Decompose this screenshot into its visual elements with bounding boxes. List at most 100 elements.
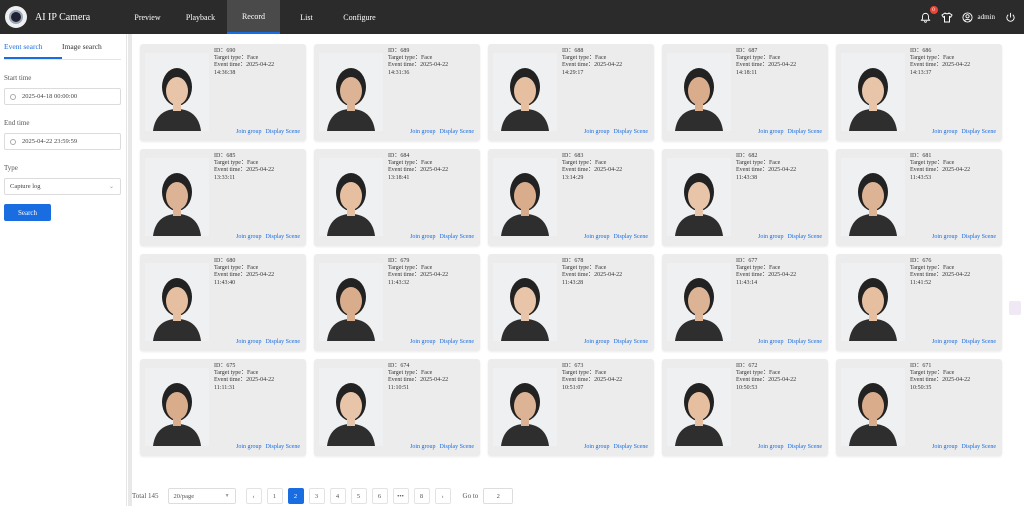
next-page-button[interactable]: ›: [434, 488, 451, 504]
face-thumbnail[interactable]: [145, 263, 209, 341]
username[interactable]: admin: [978, 13, 996, 21]
capture-card[interactable]: ID：677 Target type：Face Event time：2025-04…: [662, 254, 828, 351]
join-group-link[interactable]: Join group: [410, 339, 436, 345]
nav-item-preview[interactable]: Preview: [121, 0, 174, 34]
capture-card[interactable]: ID：689 Target type：Face Event time：2025-04…: [314, 44, 480, 141]
capture-card[interactable]: ID：684 Target type：Face Event time：2025-04…: [314, 149, 480, 246]
face-thumbnail[interactable]: [145, 368, 209, 446]
display-scene-link[interactable]: Display Scene: [788, 234, 823, 240]
capture-card[interactable]: ID：679 Target type：Face Event time：2025-04…: [314, 254, 480, 351]
face-thumbnail[interactable]: [145, 158, 209, 236]
page-button[interactable]: 6: [371, 488, 388, 504]
type-select[interactable]: Capture log ⌄: [4, 178, 121, 195]
capture-card[interactable]: ID：673 Target type：Face Event time：2025-04…: [488, 359, 654, 456]
capture-card[interactable]: ID：672 Target type：Face Event time：2025-04…: [662, 359, 828, 456]
face-thumbnail[interactable]: [667, 368, 731, 446]
capture-card[interactable]: ID：690 Target type：Face Event time：2025-04…: [140, 44, 306, 141]
tab-event-search[interactable]: Event search: [4, 42, 62, 59]
capture-card[interactable]: ID：685 Target type：Face Event time：2025-04…: [140, 149, 306, 246]
display-scene-link[interactable]: Display Scene: [440, 444, 475, 450]
display-scene-link[interactable]: Display Scene: [266, 129, 301, 135]
page-button[interactable]: 1: [266, 488, 283, 504]
page-button[interactable]: 2: [287, 488, 304, 504]
join-group-link[interactable]: Join group: [410, 129, 436, 135]
capture-card[interactable]: ID：678 Target type：Face Event time：2025-04…: [488, 254, 654, 351]
nav-item-list[interactable]: List: [280, 0, 333, 34]
join-group-link[interactable]: Join group: [932, 129, 958, 135]
prev-page-button[interactable]: ‹: [245, 488, 262, 504]
join-group-link[interactable]: Join group: [758, 234, 784, 240]
join-group-link[interactable]: Join group: [932, 234, 958, 240]
floating-widget-icon[interactable]: [1009, 301, 1021, 315]
start-time-input[interactable]: 2025-04-18 00:00:00: [4, 88, 121, 105]
join-group-link[interactable]: Join group: [758, 129, 784, 135]
display-scene-link[interactable]: Display Scene: [962, 444, 997, 450]
display-scene-link[interactable]: Display Scene: [614, 234, 649, 240]
page-button[interactable]: •••: [392, 488, 409, 504]
face-thumbnail[interactable]: [667, 263, 731, 341]
join-group-link[interactable]: Join group: [410, 444, 436, 450]
capture-card[interactable]: ID：688 Target type：Face Event time：2025-04…: [488, 44, 654, 141]
goto-input[interactable]: 2: [483, 488, 514, 504]
join-group-link[interactable]: Join group: [584, 234, 610, 240]
display-scene-link[interactable]: Display Scene: [266, 234, 301, 240]
join-group-link[interactable]: Join group: [584, 339, 610, 345]
face-thumbnail[interactable]: [493, 368, 557, 446]
search-button[interactable]: Search: [4, 204, 51, 221]
display-scene-link[interactable]: Display Scene: [440, 339, 475, 345]
shirt-icon[interactable]: [940, 11, 953, 23]
page-button[interactable]: 5: [350, 488, 367, 504]
scrollbar[interactable]: [128, 34, 132, 506]
page-size-select[interactable]: 20/page ▼: [167, 488, 236, 504]
face-thumbnail[interactable]: [319, 53, 383, 131]
capture-card[interactable]: ID：682 Target type：Face Event time：2025-04…: [662, 149, 828, 246]
display-scene-link[interactable]: Display Scene: [440, 129, 475, 135]
display-scene-link[interactable]: Display Scene: [962, 339, 997, 345]
page-button[interactable]: 3: [308, 488, 325, 504]
nav-item-playback[interactable]: Playback: [174, 0, 227, 34]
capture-card[interactable]: ID：680 Target type：Face Event time：2025-04…: [140, 254, 306, 351]
face-thumbnail[interactable]: [667, 158, 731, 236]
end-time-input[interactable]: 2025-04-22 23:59:59: [4, 133, 121, 150]
face-thumbnail[interactable]: [493, 53, 557, 131]
bell-icon[interactable]: 0: [920, 6, 938, 23]
join-group-link[interactable]: Join group: [932, 339, 958, 345]
capture-card[interactable]: ID：671 Target type：Face Event time：2025-04…: [836, 359, 1002, 456]
display-scene-link[interactable]: Display Scene: [962, 234, 997, 240]
display-scene-link[interactable]: Display Scene: [788, 339, 823, 345]
capture-card[interactable]: ID：676 Target type：Face Event time：2025-04…: [836, 254, 1002, 351]
nav-item-configure[interactable]: Configure: [333, 0, 386, 34]
join-group-link[interactable]: Join group: [236, 444, 262, 450]
capture-card[interactable]: ID：687 Target type：Face Event time：2025-04…: [662, 44, 828, 141]
face-thumbnail[interactable]: [841, 53, 905, 131]
power-icon[interactable]: [1004, 11, 1016, 23]
capture-card[interactable]: ID：686 Target type：Face Event time：2025-04…: [836, 44, 1002, 141]
join-group-link[interactable]: Join group: [758, 339, 784, 345]
display-scene-link[interactable]: Display Scene: [614, 129, 649, 135]
user-icon[interactable]: [962, 11, 974, 23]
display-scene-link[interactable]: Display Scene: [614, 339, 649, 345]
capture-card[interactable]: ID：674 Target type：Face Event time：2025-04…: [314, 359, 480, 456]
face-thumbnail[interactable]: [667, 53, 731, 131]
join-group-link[interactable]: Join group: [236, 234, 262, 240]
join-group-link[interactable]: Join group: [758, 444, 784, 450]
face-thumbnail[interactable]: [841, 263, 905, 341]
display-scene-link[interactable]: Display Scene: [788, 129, 823, 135]
face-thumbnail[interactable]: [493, 263, 557, 341]
face-thumbnail[interactable]: [319, 158, 383, 236]
capture-card[interactable]: ID：683 Target type：Face Event time：2025-04…: [488, 149, 654, 246]
face-thumbnail[interactable]: [319, 368, 383, 446]
display-scene-link[interactable]: Display Scene: [614, 444, 649, 450]
face-thumbnail[interactable]: [493, 158, 557, 236]
tab-image-search[interactable]: Image search: [62, 42, 120, 59]
face-thumbnail[interactable]: [841, 368, 905, 446]
face-thumbnail[interactable]: [145, 53, 209, 131]
display-scene-link[interactable]: Display Scene: [962, 129, 997, 135]
page-button[interactable]: 4: [329, 488, 346, 504]
face-thumbnail[interactable]: [319, 263, 383, 341]
join-group-link[interactable]: Join group: [932, 444, 958, 450]
display-scene-link[interactable]: Display Scene: [266, 444, 301, 450]
join-group-link[interactable]: Join group: [236, 129, 262, 135]
nav-item-record[interactable]: Record: [227, 0, 280, 34]
face-thumbnail[interactable]: [841, 158, 905, 236]
